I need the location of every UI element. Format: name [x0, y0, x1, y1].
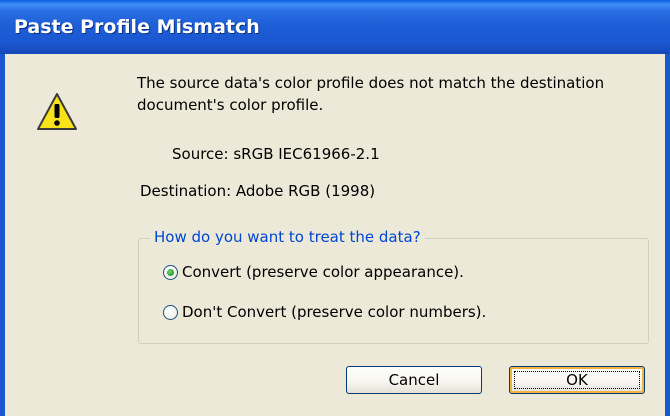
- dont-convert-label[interactable]: Don't Convert (preserve color numbers).: [182, 303, 486, 321]
- dialog-title: Paste Profile Mismatch: [14, 16, 260, 38]
- message-line-2: document's color profile.: [137, 96, 324, 114]
- cancel-button[interactable]: Cancel: [346, 366, 482, 394]
- dont-convert-radio[interactable]: [163, 304, 178, 320]
- message-line-1: The source data's color profile does not…: [137, 74, 605, 92]
- title-bar[interactable]: Paste Profile Mismatch: [0, 0, 670, 54]
- ok-button-label: OK: [566, 371, 588, 389]
- convert-label[interactable]: Convert (preserve color appearance).: [182, 263, 464, 281]
- convert-radio[interactable]: [163, 264, 178, 280]
- dont-convert-option[interactable]: Don't Convert (preserve color numbers).: [163, 302, 486, 322]
- ok-button[interactable]: OK: [509, 366, 645, 394]
- window-frame-right: [665, 54, 670, 416]
- convert-option[interactable]: Convert (preserve color appearance).: [163, 262, 464, 282]
- treatment-group-box: [138, 238, 649, 344]
- destination-profile-label: Destination: Adobe RGB (1998): [140, 182, 376, 200]
- paste-profile-mismatch-dialog: Paste Profile Mismatch The source data's…: [0, 0, 670, 416]
- source-profile-label: Source: sRGB IEC61966-2.1: [172, 145, 380, 163]
- warning-icon: [37, 93, 77, 130]
- window-frame-left: [0, 54, 5, 416]
- treatment-group-legend: How do you want to treat the data?: [150, 228, 425, 246]
